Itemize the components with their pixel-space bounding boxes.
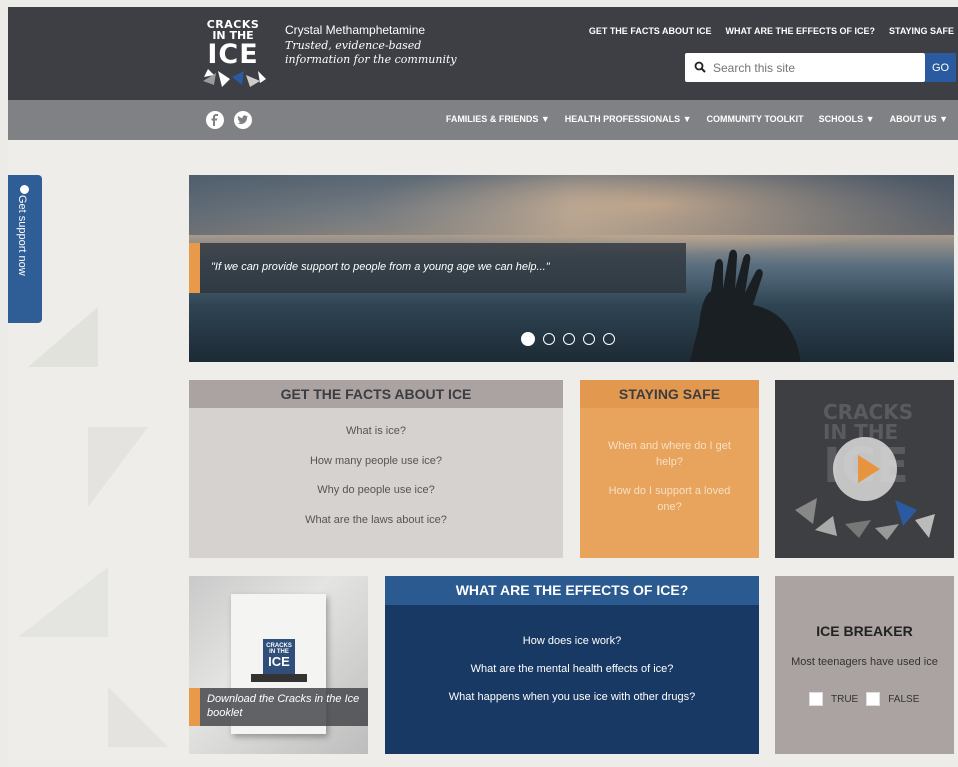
- effects-card: WHAT ARE THE EFFECTS OF ICE? How does ic…: [385, 576, 759, 754]
- carousel-dot-2[interactable]: [543, 333, 555, 345]
- play-button[interactable]: [833, 437, 897, 501]
- booklet-accent-bar: [189, 688, 200, 726]
- ice-breaker-question: Most teenagers have used ice: [791, 656, 938, 668]
- page: CRACKS IN THE ICE Crystal Methamphetamin…: [8, 7, 958, 761]
- hero-carousel[interactable]: "If we can provide support to people fro…: [189, 175, 954, 362]
- facts-card-title[interactable]: GET THE FACTS ABOUT ICE: [189, 380, 563, 408]
- tagline-line-1: Trusted, evidence-based: [285, 39, 422, 52]
- nav-schools[interactable]: SCHOOLS ▼: [819, 114, 875, 124]
- carousel-dot-3[interactable]: [563, 333, 575, 345]
- booklet-cover-logo: CRACKS IN THE ICE: [263, 639, 295, 679]
- search-box: [685, 53, 925, 82]
- booklet-cover-ribbon: [251, 674, 307, 682]
- top-nav: GET THE FACTS ABOUT ICE WHAT ARE THE EFF…: [589, 26, 954, 36]
- effects-link[interactable]: What are the mental health effects of ic…: [385, 663, 759, 691]
- facts-link[interactable]: What are the laws about ice?: [189, 514, 563, 544]
- effects-card-title[interactable]: WHAT ARE THE EFFECTS OF ICE?: [385, 576, 759, 605]
- hero-quote: "If we can provide support to people fro…: [211, 261, 550, 273]
- ice-breaker-title: ICE BREAKER: [816, 623, 913, 639]
- ice-breaker-card: ICE BREAKER Most teenagers have used ice…: [775, 576, 954, 754]
- false-label[interactable]: FALSE: [888, 694, 919, 705]
- main-nav-bar: FAMILIES & FRIENDS ▼ HEALTH PROFESSIONAL…: [8, 100, 958, 140]
- nav-health-professionals[interactable]: HEALTH PROFESSIONALS ▼: [565, 114, 692, 124]
- top-nav-effects[interactable]: WHAT ARE THE EFFECTS OF ICE?: [725, 26, 875, 36]
- carousel-dot-4[interactable]: [583, 333, 595, 345]
- info-icon: [20, 185, 29, 194]
- effects-link[interactable]: How does ice work?: [385, 635, 759, 663]
- logo-text: CRACKS IN THE ICE: [198, 19, 268, 68]
- search-icon: [694, 61, 706, 73]
- nav-families-friends[interactable]: FAMILIES & FRIENDS ▼: [446, 114, 550, 124]
- tagline-line-2: information for the community: [285, 53, 457, 66]
- top-nav-staying-safe[interactable]: STAYING SAFE: [889, 26, 954, 36]
- facts-link[interactable]: Why do people use ice?: [189, 484, 563, 514]
- quote-accent-bar: [189, 243, 200, 293]
- staying-safe-title[interactable]: STAYING SAFE: [580, 380, 759, 408]
- play-icon: [858, 455, 880, 483]
- search-go-button[interactable]: GO: [925, 53, 956, 82]
- tagline-title: Crystal Methamphetamine: [285, 23, 426, 37]
- booklet-download-box[interactable]: Download the Cracks in the Ice booklet: [189, 688, 368, 726]
- booklet-download-link[interactable]: Download the Cracks in the Ice booklet: [207, 692, 367, 720]
- site-tagline: Crystal Methamphetamine Trusted, evidenc…: [285, 23, 457, 67]
- bg-triangle: [108, 687, 168, 747]
- facts-link-list: What is ice? How many people use ice? Wh…: [189, 408, 563, 543]
- facts-link[interactable]: How many people use ice?: [189, 455, 563, 485]
- staying-safe-card: STAYING SAFE When and where do I get hel…: [580, 380, 759, 558]
- nav-community-toolkit[interactable]: COMMUNITY TOOLKIT: [706, 114, 803, 124]
- hero-hand-image: [689, 249, 801, 362]
- nav-about-us[interactable]: ABOUT US ▼: [890, 114, 948, 124]
- true-label[interactable]: TRUE: [831, 694, 858, 705]
- site-logo[interactable]: CRACKS IN THE ICE: [198, 19, 268, 87]
- hero-quote-box: "If we can provide support to people fro…: [189, 243, 686, 293]
- search-input[interactable]: [711, 58, 921, 78]
- bg-triangle: [88, 427, 148, 507]
- twitter-icon[interactable]: [234, 111, 252, 129]
- carousel-dot-1[interactable]: [521, 332, 535, 346]
- video-logo-line-1: CRACKS: [823, 400, 914, 424]
- hero-sky: [189, 175, 954, 235]
- logo-shards-icon: [203, 69, 266, 87]
- facebook-icon[interactable]: [206, 111, 224, 129]
- primary-nav: FAMILIES & FRIENDS ▼ HEALTH PROFESSIONAL…: [446, 114, 948, 124]
- facts-card: GET THE FACTS ABOUT ICE What is ice? How…: [189, 380, 563, 558]
- staying-safe-link[interactable]: How do I support a loved one?: [580, 483, 759, 515]
- ice-breaker-options: TRUE FALSE: [809, 692, 927, 706]
- facts-link[interactable]: What is ice?: [189, 425, 563, 455]
- get-support-label: Get support now: [16, 195, 28, 276]
- staying-safe-link-list: When and where do I get help? How do I s…: [580, 408, 759, 515]
- carousel-dot-5[interactable]: [603, 333, 615, 345]
- effects-link-list: How does ice work? What are the mental h…: [385, 605, 759, 719]
- carousel-dots: [521, 332, 615, 346]
- booklet-card[interactable]: CRACKS IN THE ICE Download the Cracks in…: [189, 576, 368, 754]
- effects-link[interactable]: What happens when you use ice with other…: [385, 691, 759, 719]
- top-nav-facts[interactable]: GET THE FACTS ABOUT ICE: [589, 26, 712, 36]
- get-support-tab[interactable]: Get support now: [8, 175, 42, 323]
- twitter-glyph: [237, 115, 249, 124]
- true-checkbox[interactable]: [809, 692, 823, 706]
- facebook-glyph: [211, 114, 218, 126]
- site-header: CRACKS IN THE ICE Crystal Methamphetamin…: [8, 7, 958, 100]
- video-card[interactable]: CRACKS IN THE ICE: [775, 380, 954, 558]
- false-checkbox[interactable]: [866, 692, 881, 706]
- logo-line-3: ICE: [207, 39, 259, 70]
- bg-triangle: [18, 567, 108, 637]
- staying-safe-link[interactable]: When and where do I get help?: [580, 438, 759, 470]
- booklet-cover-line-3: ICE: [268, 654, 290, 669]
